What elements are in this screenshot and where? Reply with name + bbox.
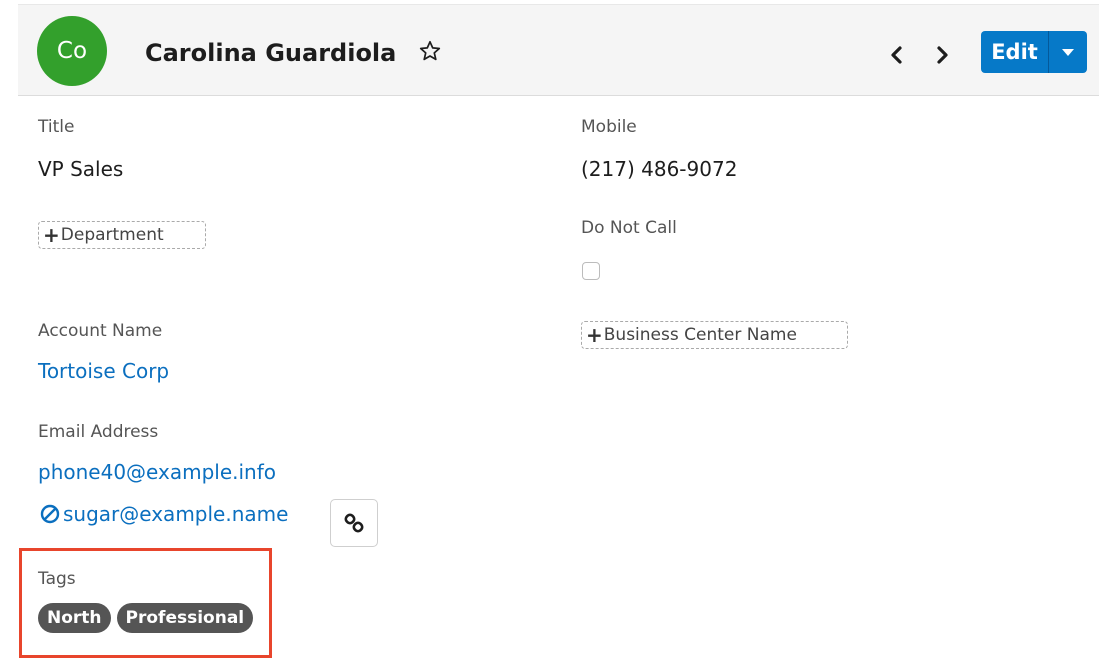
opted-out-icon: [40, 504, 60, 524]
copy-link-button[interactable]: [330, 499, 378, 547]
email-address-row: sugar@example.name: [40, 501, 288, 527]
do-not-call-checkbox[interactable]: [582, 262, 600, 280]
edit-button-group: Edit: [981, 31, 1087, 73]
title-value[interactable]: VP Sales: [38, 156, 123, 182]
avatar-initials: Co: [56, 38, 88, 64]
chevron-left-icon[interactable]: [886, 43, 908, 67]
title-label: Title: [38, 117, 75, 137]
email-address-label: Email Address: [38, 422, 159, 442]
record-name: Carolina Guardiola: [145, 39, 397, 67]
mobile-value[interactable]: (217) 486-9072: [581, 156, 737, 182]
add-business-center-button[interactable]: + Business Center Name: [581, 321, 848, 349]
account-name-link[interactable]: Tortoise Corp: [38, 358, 169, 384]
do-not-call-label: Do Not Call: [581, 218, 677, 238]
actions-dropdown-button[interactable]: [1049, 31, 1087, 73]
link-icon: [344, 513, 364, 533]
plus-icon: +: [586, 323, 603, 347]
mobile-label: Mobile: [581, 117, 637, 137]
avatar: Co: [37, 16, 107, 86]
record-header: Co Carolina Guardiola Edit: [18, 4, 1099, 96]
add-department-button[interactable]: + Department: [38, 221, 206, 249]
plus-icon: +: [43, 223, 60, 247]
primary-email-link[interactable]: phone40@example.info: [38, 459, 276, 485]
add-department-label: Department: [60, 225, 164, 245]
account-name-label: Account Name: [38, 321, 163, 341]
star-outline-icon[interactable]: [418, 39, 442, 63]
opted-out-email-link[interactable]: sugar@example.name: [63, 501, 288, 527]
tags-highlight-box: [19, 548, 272, 658]
chevron-right-icon[interactable]: [931, 43, 953, 67]
email-address-row: phone40@example.info: [38, 459, 276, 485]
caret-down-icon: [1062, 48, 1074, 56]
add-business-center-label: Business Center Name: [603, 325, 797, 345]
edit-button[interactable]: Edit: [981, 31, 1049, 73]
